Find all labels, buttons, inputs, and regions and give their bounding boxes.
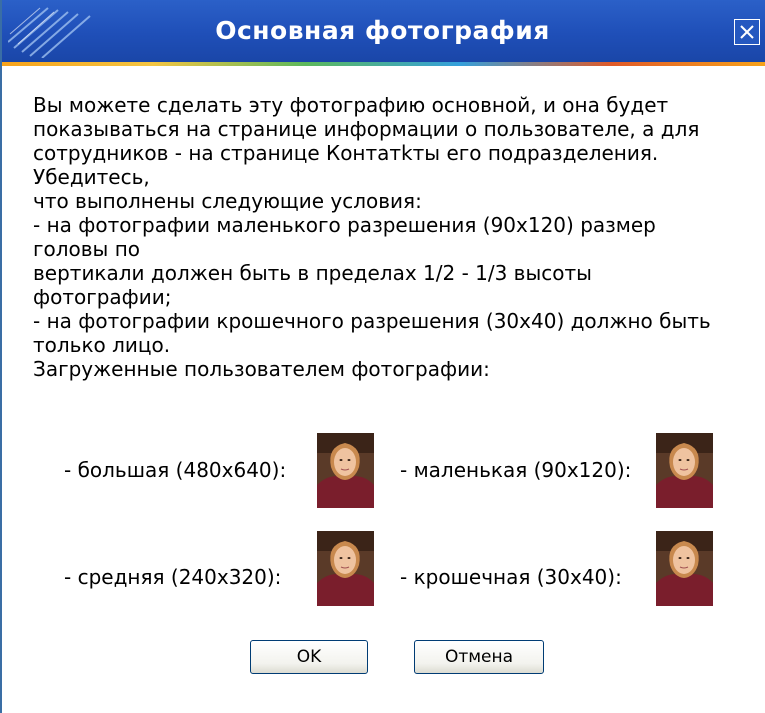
photo-dialog: Основная фотография Вы можете сделать эт… [0,0,765,713]
photo-label-medium: - средняя (240x320): [64,565,282,589]
photo-large[interactable] [317,433,374,508]
title-bar: Основная фотография [0,0,765,62]
message-line: Загруженные пользователем фотографии: [33,357,490,381]
photo-small[interactable] [656,433,713,508]
ok-button[interactable]: OK [250,640,368,674]
message-line: фотографии; [33,285,172,309]
photo-label-small: - маленькая (90x120): [400,458,632,482]
photo-medium[interactable] [317,531,374,606]
close-button[interactable] [734,19,760,45]
title-accent-bar [0,62,765,66]
message-line: Вы можете сделать эту фотографию основно… [33,93,669,117]
message-line: - на фотографии маленького разрешения (9… [33,213,656,237]
message-line: - на фотографии крошечного разрешения (3… [33,309,711,333]
message-line: только лицо. [33,333,171,357]
cancel-button[interactable]: Отмена [414,640,544,674]
message-line: Убедитесь, [33,165,150,189]
message-text: Вы можете сделать эту фотографию основно… [33,93,743,381]
message-line: сотрудников - на странице Контатkты его … [33,141,659,165]
message-line: вертикали должен быть в пределах 1/2 - 1… [33,261,592,285]
window-border [0,0,2,713]
dialog-title: Основная фотография [215,16,550,45]
message-line: показываться на странице информации о по… [33,117,700,141]
photo-label-tiny: - крошечная (30x40): [400,565,622,589]
message-line: что выполнены следующие условия: [33,189,422,213]
photo-label-large: - большая (480x640): [64,458,287,482]
message-line: головы по [33,237,141,261]
close-icon [740,25,754,39]
photo-tiny[interactable] [656,531,713,606]
